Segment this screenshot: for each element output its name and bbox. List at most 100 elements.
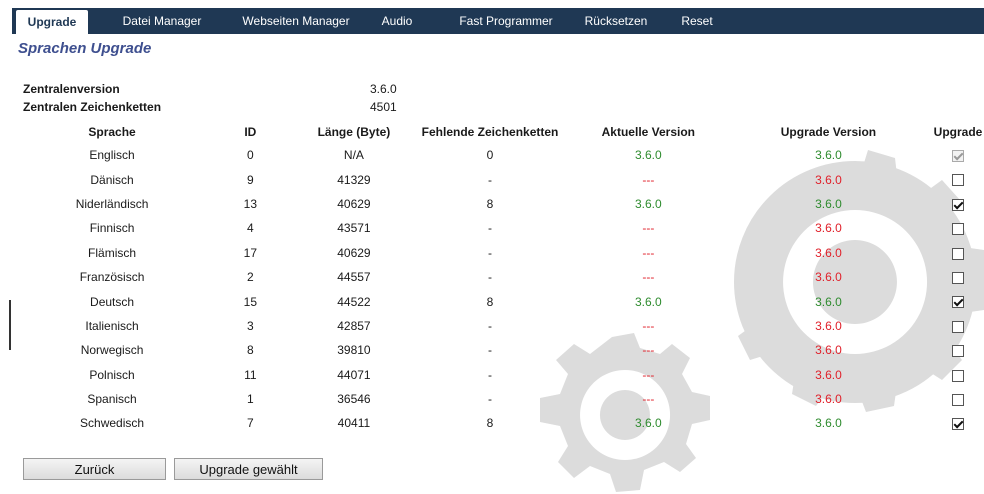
cell-fehlend: 8 <box>486 294 494 309</box>
cell-fehlend: - <box>488 221 493 236</box>
upgrade-checkbox[interactable] <box>952 198 965 211</box>
header-upgrade: Upgrade <box>933 125 983 139</box>
table-header-row: Sprache ID Länge (Byte) Fehlende Zeichen… <box>23 121 984 143</box>
upgrade-checkbox[interactable] <box>952 369 965 382</box>
upgrade-checkbox[interactable] <box>952 320 965 333</box>
upgrade-checkbox[interactable] <box>952 247 965 260</box>
tab-reset[interactable]: Reset <box>672 8 722 34</box>
tab-datei-manager[interactable]: Datei Manager <box>110 8 214 34</box>
header-sprache: Sprache <box>88 125 136 139</box>
cell-fehlend: - <box>488 270 493 285</box>
cell-upgrade-checkbox <box>932 167 984 191</box>
cell-upgrade-checkbox <box>932 216 984 240</box>
cell-fehlend: - <box>488 172 493 187</box>
table-row: Finnisch 4 43571- --- 3.6.0 <box>23 216 984 240</box>
header-laenge: Länge (Byte) <box>317 125 391 139</box>
tab-fast-programmer[interactable]: Fast Programmer <box>446 8 566 34</box>
table-row: Italienisch 3 42857- --- 3.6.0 <box>23 314 984 338</box>
cell-aktuelle-version: --- <box>642 367 655 382</box>
cell-sprache: Italienisch <box>85 318 139 333</box>
table-row: Polnisch 11 44071- --- 3.6.0 <box>23 363 984 387</box>
back-button[interactable]: Zurück <box>23 458 166 480</box>
cell-upgrade-checkbox <box>932 265 984 289</box>
cell-aktuelle-version: --- <box>642 270 655 285</box>
cell-aktuelle-version: 3.6.0 <box>634 294 662 309</box>
cell-id: 3 <box>247 318 254 333</box>
cell-sprache: Finnisch <box>89 221 135 236</box>
cell-fehlend: 0 <box>486 148 494 163</box>
cell-upgrade-checkbox <box>932 241 984 265</box>
cell-upgrade-version: 3.6.0 <box>815 270 842 285</box>
cell-sprache: Polnisch <box>89 367 135 382</box>
cell-sprache: Schwedisch <box>80 416 145 431</box>
header-id: ID <box>244 125 257 139</box>
cell-id: 8 <box>247 343 254 358</box>
left-border <box>0 0 12 494</box>
cell-upgrade-version: 3.6.0 <box>815 221 842 236</box>
cell-laenge: 40629 <box>337 245 371 260</box>
cell-aktuelle-version: 3.6.0 <box>634 416 662 431</box>
cell-id: 2 <box>247 270 254 285</box>
cell-laenge: 39810 <box>337 343 371 358</box>
cell-upgrade-checkbox <box>932 314 984 338</box>
cell-laenge: 44557 <box>337 270 371 285</box>
cell-fehlend: - <box>488 367 493 382</box>
cell-aktuelle-version: 3.6.0 <box>634 196 662 211</box>
cell-laenge: 44522 <box>337 294 371 309</box>
cell-fehlend: 8 <box>486 416 494 431</box>
cell-aktuelle-version: --- <box>642 245 655 260</box>
cell-upgrade-checkbox <box>932 411 984 435</box>
header-fehlende: Fehlende Zeichenketten <box>421 125 559 139</box>
upgrade-checkbox[interactable] <box>952 393 965 406</box>
cell-upgrade-checkbox <box>932 192 984 216</box>
cell-upgrade-version: 3.6.0 <box>815 367 842 382</box>
table-row: Schwedisch 7 40411 8 3.6.0 3.6.0 <box>23 411 984 435</box>
panel-version-label: Zentralenversion <box>23 82 120 96</box>
upgrade-checkbox[interactable] <box>952 418 965 431</box>
cell-aktuelle-version: --- <box>642 172 655 187</box>
cell-aktuelle-version: 3.6.0 <box>634 148 662 163</box>
cell-id: 4 <box>247 221 254 236</box>
header-upgrade-version: Upgrade Version <box>780 125 877 139</box>
cell-upgrade-version: 3.6.0 <box>815 294 842 309</box>
cell-sprache: Französisch <box>79 270 145 285</box>
language-table: Sprache ID Länge (Byte) Fehlende Zeichen… <box>23 121 984 436</box>
table-row: Deutsch 15 44522 8 3.6.0 3.6.0 <box>23 289 984 313</box>
table-row: Norwegisch 8 39810- --- 3.6.0 <box>23 338 984 362</box>
cell-laenge: N/A <box>343 148 364 163</box>
cell-fehlend: - <box>488 245 493 260</box>
upgrade-checkbox[interactable] <box>952 296 965 309</box>
cell-sprache: Flämisch <box>88 245 137 260</box>
page-title: Sprachen Upgrade <box>18 40 152 57</box>
cell-upgrade-checkbox <box>932 387 984 411</box>
cell-upgrade-checkbox <box>932 363 984 387</box>
cell-sprache: Spanisch <box>87 392 137 407</box>
cell-laenge: 44071 <box>337 367 371 382</box>
upgrade-checkbox[interactable] <box>952 345 965 358</box>
upgrade-checkbox <box>952 150 965 163</box>
cell-upgrade-checkbox <box>932 143 984 167</box>
table-row: Französisch 2 44557- --- 3.6.0 <box>23 265 984 289</box>
table-row: Spanisch 1 36546- --- 3.6.0 <box>23 387 984 411</box>
cell-upgrade-version: 3.6.0 <box>815 172 842 187</box>
table-row: Dänisch 9 41329- --- 3.6.0 <box>23 167 984 191</box>
cell-sprache: Dänisch <box>90 172 134 187</box>
tab-audio[interactable]: Audio <box>372 8 422 34</box>
upgrade-checkbox[interactable] <box>952 174 965 187</box>
cell-laenge: 40629 <box>337 196 371 211</box>
cell-aktuelle-version: --- <box>642 343 655 358</box>
cell-id: 11 <box>244 367 257 382</box>
upgrade-checkbox[interactable] <box>952 271 965 284</box>
cell-upgrade-version: 3.6.0 <box>815 392 842 407</box>
cell-id: 7 <box>247 416 254 431</box>
tab-ruecksetzen[interactable]: Rücksetzen <box>576 8 656 34</box>
tab-upgrade[interactable]: Upgrade <box>16 10 88 34</box>
upgrade-checkbox[interactable] <box>952 223 965 236</box>
cell-laenge: 40411 <box>337 416 371 431</box>
cell-upgrade-version: 3.6.0 <box>815 343 842 358</box>
tab-webseiten-manager[interactable]: Webseiten Manager <box>234 8 358 34</box>
upgrade-selected-button[interactable]: Upgrade gewählt <box>174 458 323 480</box>
cell-upgrade-checkbox <box>932 338 984 362</box>
cell-sprache: Niderländisch <box>75 196 149 211</box>
cell-fehlend: - <box>488 343 493 358</box>
